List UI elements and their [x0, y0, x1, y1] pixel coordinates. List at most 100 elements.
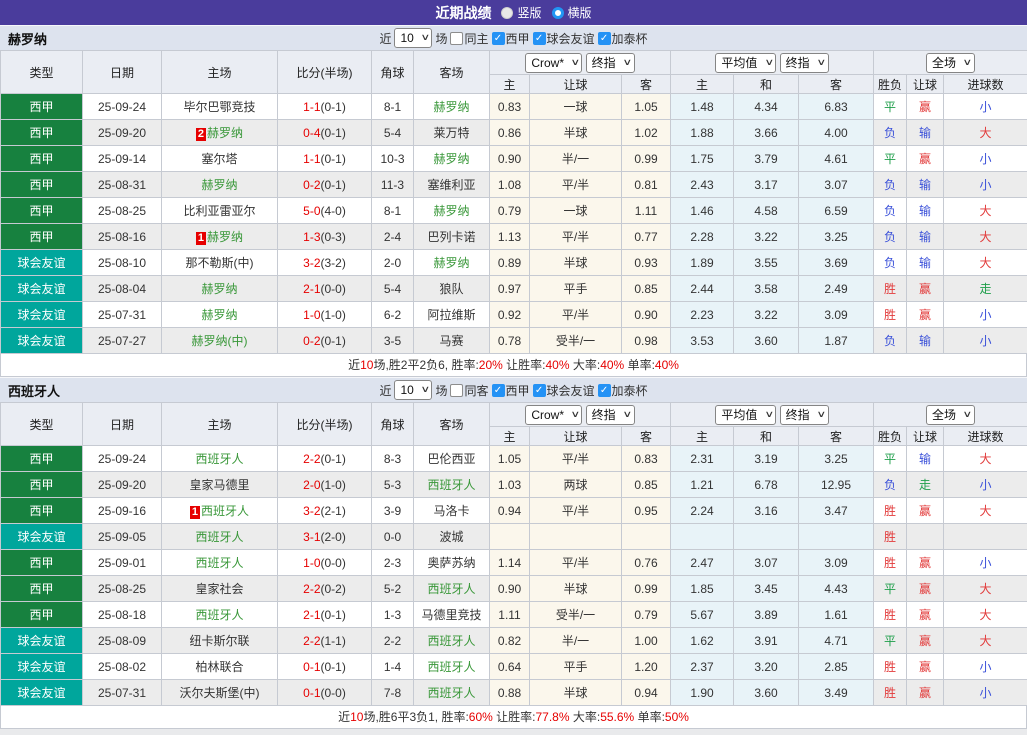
company-odds-cell: 半球 [530, 120, 622, 146]
corner-cell: 8-3 [372, 446, 414, 472]
table-row: 球会友谊25-08-04赫罗纳2-1(0-0)5-4狼队0.97平手0.852.… [1, 276, 1027, 302]
score-link[interactable]: 3-2 [303, 256, 320, 270]
date-cell: 25-09-16 [83, 498, 162, 524]
home-team-cell: 柏林联合 [162, 654, 278, 680]
score-link[interactable]: 2-1 [303, 282, 320, 296]
table-row: 西甲25-09-20皇家马德里2-0(1-0)5-3西班牙人1.03两球0.85… [1, 472, 1027, 498]
result-cell: 负 [874, 250, 907, 276]
checkbox-unchecked-icon[interactable] [450, 32, 463, 45]
layout-radio-vertical[interactable]: 竖版 [501, 4, 541, 21]
avg-stage-select[interactable]: 终指 [780, 53, 829, 73]
checkbox-unchecked-icon[interactable] [450, 384, 463, 397]
average-odds-cell: 3.25 [799, 446, 874, 472]
score-cell: 1-0(1-0) [278, 302, 372, 328]
average-odds-cell: 3.07 [734, 550, 799, 576]
score-link[interactable]: 1-0 [303, 556, 320, 570]
near-count-select[interactable]: 10 [394, 380, 432, 400]
score-link[interactable]: 2-2 [303, 582, 320, 596]
home-team-cell: 沃尔夫斯堡(中) [162, 680, 278, 706]
score-link[interactable]: 1-0 [303, 308, 320, 322]
check-icon: ✓ [600, 384, 608, 397]
odds-company-group: Crow*∨ 终指∨ [490, 51, 671, 75]
checkbox-checked-icon[interactable]: ✓ [533, 32, 546, 45]
score-link[interactable]: 5-0 [303, 204, 320, 218]
result-text: 大 [980, 452, 992, 466]
score-link[interactable]: 0-1 [303, 686, 320, 700]
score-link[interactable]: 2-2 [303, 452, 320, 466]
result-cell: 大 [944, 224, 1027, 250]
checkbox-checked-icon[interactable]: ✓ [492, 32, 505, 45]
score-link[interactable]: 1-1 [303, 152, 320, 166]
layout-radio-horizontal[interactable]: 横版 [552, 4, 592, 21]
same-venue-checkbox[interactable]: 同主 [450, 30, 488, 47]
table-row: 球会友谊25-07-27赫罗纳(中)0-2(0-1)3-5马赛0.78受半/一0… [1, 328, 1027, 354]
date-cell: 25-09-20 [83, 120, 162, 146]
away-team-cell: 塞维利亚 [414, 172, 490, 198]
near-count-select[interactable]: 10 [394, 28, 432, 48]
company-odds-cell: 0.85 [622, 276, 671, 302]
result-cell: 赢 [907, 146, 944, 172]
league-catalan-cup-checkbox[interactable]: ✓加泰杯 [598, 382, 648, 399]
odds-stage-select[interactable]: 终指 [586, 53, 635, 73]
league-friendly-checkbox[interactable]: ✓球会友谊 [533, 382, 595, 399]
checkbox-checked-icon[interactable]: ✓ [598, 384, 611, 397]
league-liga-checkbox[interactable]: ✓西甲 [492, 30, 530, 47]
score-link[interactable]: 2-2 [303, 634, 320, 648]
league-friendly-checkbox[interactable]: ✓球会友谊 [533, 30, 595, 47]
result-scope-select[interactable]: 全场 [926, 405, 975, 425]
radio-unchecked-icon[interactable] [501, 7, 513, 19]
odds-company-select[interactable]: Crow* [525, 53, 582, 73]
avg-stage-select[interactable]: 终指 [780, 405, 829, 425]
same-venue-checkbox[interactable]: 同客 [450, 382, 488, 399]
column-header-corner: 角球 [372, 403, 414, 446]
score-link[interactable]: 2-0 [303, 478, 320, 492]
result-cell: 负 [874, 328, 907, 354]
table-row: 西甲25-09-01西班牙人1-0(0-0)2-3奥萨苏纳1.14平/半0.76… [1, 550, 1027, 576]
score-link[interactable]: 0-2 [303, 178, 320, 192]
checkbox-checked-icon[interactable]: ✓ [533, 384, 546, 397]
score-link[interactable]: 1-1 [303, 100, 320, 114]
radio-checked-icon[interactable] [552, 7, 564, 19]
odds-stage-select[interactable]: 终指 [586, 405, 635, 425]
away-team-cell: 狼队 [414, 276, 490, 302]
score-link[interactable]: 0-1 [303, 660, 320, 674]
date-cell: 25-07-27 [83, 328, 162, 354]
team-name-text: 巴伦西亚 [427, 452, 475, 466]
filter-bar: 近 10∨ 场 同客 ✓西甲 ✓球会友谊 ✓加泰杯 [379, 380, 647, 400]
league-cell: 西甲 [1, 446, 83, 472]
checkbox-checked-icon[interactable]: ✓ [598, 32, 611, 45]
checkbox-checked-icon[interactable]: ✓ [492, 384, 505, 397]
average-odds-cell: 3.69 [799, 250, 874, 276]
average-odds-cell: 4.43 [799, 576, 874, 602]
result-text: 大 [980, 608, 992, 622]
avg-odds-select[interactable]: 平均值 [715, 53, 776, 73]
score-link[interactable]: 1-3 [303, 230, 320, 244]
result-text: 胜 [884, 282, 896, 296]
league-liga-checkbox[interactable]: ✓西甲 [492, 382, 530, 399]
score-link[interactable]: 3-1 [303, 530, 320, 544]
team-name-text: 西班牙人 [427, 686, 475, 700]
company-odds-cell: 平/半 [530, 446, 622, 472]
away-team-cell: 赫罗纳 [414, 198, 490, 224]
result-cell: 小 [944, 146, 1027, 172]
check-icon: ✓ [600, 32, 608, 45]
score-link[interactable]: 2-1 [303, 608, 320, 622]
league-catalan-cup-checkbox[interactable]: ✓加泰杯 [598, 30, 648, 47]
result-scope-select[interactable]: 全场 [926, 53, 975, 73]
average-odds-cell: 2.31 [671, 446, 734, 472]
away-team-cell: 赫罗纳 [414, 94, 490, 120]
league-cell: 球会友谊 [1, 328, 83, 354]
score-cell: 2-2(0-1) [278, 446, 372, 472]
avg-odds-select[interactable]: 平均值 [715, 405, 776, 425]
same-venue-label: 同客 [464, 382, 488, 399]
score-link[interactable]: 0-4 [303, 126, 320, 140]
score-link[interactable]: 0-2 [303, 334, 320, 348]
column-header-corner: 角球 [372, 51, 414, 94]
odds-company-select[interactable]: Crow* [525, 405, 582, 425]
summary-text: 单率: [634, 710, 665, 724]
result-cell: 赢 [907, 680, 944, 706]
average-odds-cell: 2.85 [799, 654, 874, 680]
score-link[interactable]: 3-2 [303, 504, 320, 518]
team-name-text: 巴列卡诺 [427, 230, 475, 244]
average-odds-cell: 6.59 [799, 198, 874, 224]
